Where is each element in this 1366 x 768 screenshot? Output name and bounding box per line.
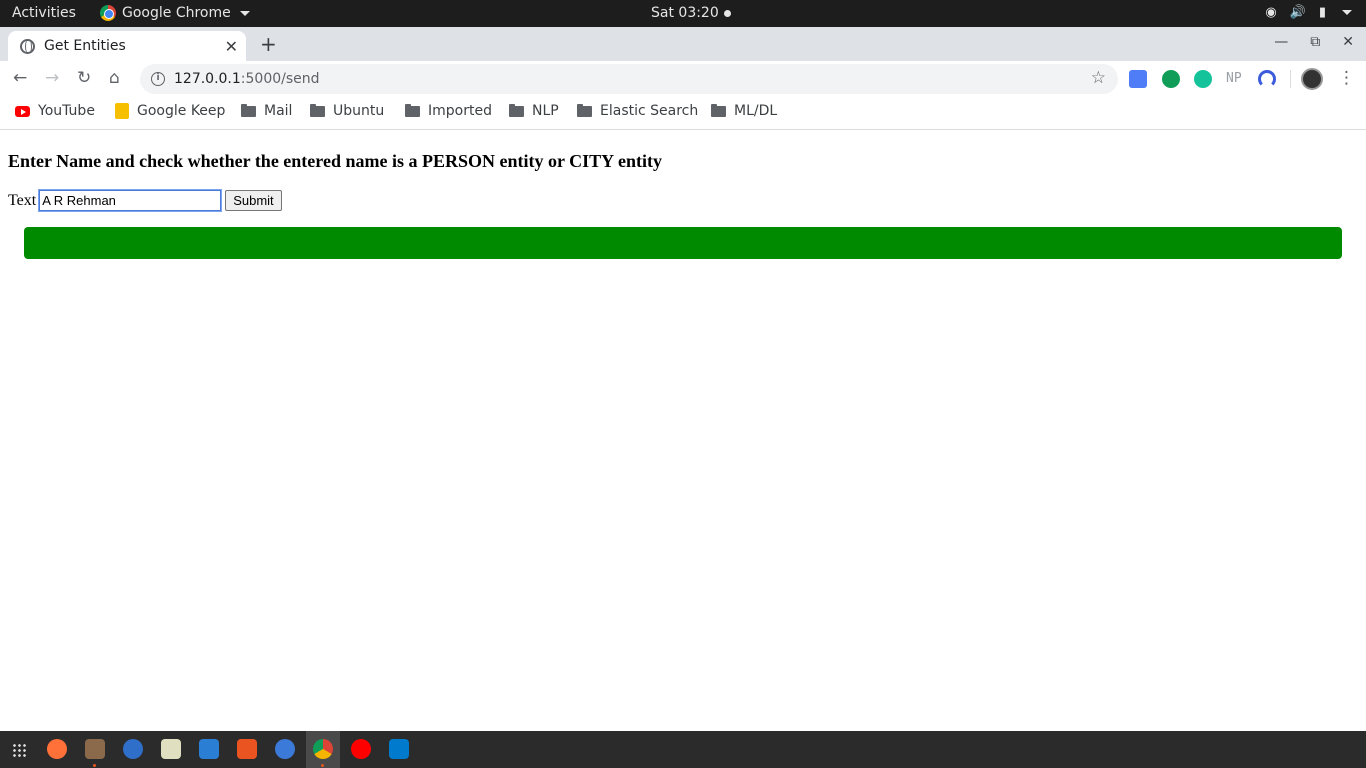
bookmark-youtube[interactable]: YouTube [15, 103, 95, 119]
forward-arrow-icon[interactable]: → [45, 68, 59, 88]
browser-tab[interactable]: Get Entities ✕ [8, 31, 246, 61]
document-viewer-icon[interactable] [199, 739, 219, 759]
text-input-label: Text [8, 191, 37, 209]
bookmark-label: Ubuntu [333, 103, 385, 119]
reload-icon[interactable]: ↻ [77, 68, 91, 88]
close-window-icon[interactable]: ✕ [1342, 34, 1354, 50]
app-menu[interactable]: Google Chrome [100, 5, 250, 21]
clock-label: Sat 03:20 [651, 5, 719, 21]
folder-icon [310, 103, 325, 117]
np-icon[interactable]: NP [1226, 71, 1242, 86]
bookmark-star-icon[interactable]: ☆ [1091, 68, 1106, 88]
keep-icon [115, 103, 129, 119]
restore-icon[interactable]: ⧉ [1310, 34, 1320, 50]
chrome-icon[interactable] [313, 739, 333, 759]
hangouts-icon[interactable] [1162, 70, 1180, 88]
chevron-down-icon [1342, 10, 1352, 15]
window-controls: — ⧉ ✕ [1274, 34, 1354, 50]
activities-button[interactable]: Activities [12, 5, 76, 21]
back-arrow-icon[interactable]: ← [13, 68, 27, 88]
text-input[interactable] [38, 189, 223, 212]
youtube-music-icon[interactable] [351, 739, 371, 759]
vscode-icon[interactable] [389, 739, 409, 759]
entity-form: Text Submit [8, 189, 282, 212]
bookmark-label: Mail [264, 103, 293, 119]
firefox-icon[interactable] [47, 739, 67, 759]
system-tray[interactable]: ◉ 🔊 ▮ [1265, 5, 1352, 20]
chevron-down-icon [239, 10, 250, 16]
bookmark-google-keep[interactable]: Google Keep [115, 103, 225, 119]
notification-dot-icon [723, 9, 731, 17]
grammarly-icon[interactable] [1194, 70, 1212, 88]
browser-toolbar: ← → ↻ ⌂ i 127.0.0.1:5000/send ☆ NP ⋮ [0, 61, 1366, 97]
bookmark-label: Elastic Search [600, 103, 699, 119]
url-text: 127.0.0.1:5000/send [174, 71, 320, 87]
chrome-logo-icon [100, 5, 116, 21]
bookmarks-bar: YouTube Google Keep Mail Ubuntu Imported… [0, 97, 1366, 130]
menu-kebab-icon[interactable]: ⋮ [1338, 68, 1355, 88]
folder-icon [509, 103, 524, 117]
files-icon[interactable] [85, 739, 105, 759]
folder-icon [241, 103, 256, 117]
app-menu-label: Google Chrome [122, 5, 231, 21]
running-indicator [93, 764, 96, 767]
bookmark-mail[interactable]: Mail [241, 103, 292, 119]
youtube-icon [15, 105, 30, 117]
folder-icon [577, 103, 592, 117]
submit-button[interactable]: Submit [225, 190, 282, 211]
bookmark-imported[interactable]: Imported [405, 103, 492, 119]
page-content: Enter Name and check whether the entered… [0, 131, 1366, 731]
folder-icon [711, 103, 726, 117]
toolbar-separator [1290, 70, 1291, 88]
help-icon[interactable] [275, 739, 295, 759]
close-icon[interactable]: ✕ [225, 37, 238, 56]
home-icon[interactable]: ⌂ [109, 68, 120, 88]
bookmark-label: ML/DL [734, 103, 778, 119]
bookmark-label: Google Keep [137, 103, 226, 119]
result-banner [24, 227, 1342, 259]
bookmark-ml-dl[interactable]: ML/DL [711, 103, 777, 119]
software-center-icon[interactable] [237, 739, 257, 759]
volume-icon: 🔊 [1289, 5, 1306, 20]
apps-grid-icon[interactable] [12, 743, 26, 757]
new-tab-button[interactable]: + [260, 32, 277, 56]
globe-icon [20, 38, 35, 54]
tab-strip: Get Entities ✕ + — ⧉ ✕ [0, 27, 1366, 61]
bookmark-label: NLP [532, 103, 559, 119]
bookmark-elastic-search[interactable]: Elastic Search [577, 103, 698, 119]
bookmark-ubuntu[interactable]: Ubuntu [310, 103, 384, 119]
reload-extension-icon[interactable] [1258, 70, 1276, 88]
minimize-icon[interactable]: — [1274, 34, 1288, 50]
profile-avatar[interactable] [1301, 68, 1323, 90]
running-indicator [321, 764, 324, 767]
wifi-icon: ◉ [1265, 5, 1277, 20]
battery-icon: ▮ [1318, 5, 1326, 20]
bookmark-label: YouTube [38, 103, 95, 119]
bookmark-label: Imported [428, 103, 492, 119]
thunderbird-icon[interactable] [123, 739, 143, 759]
page-heading: Enter Name and check whether the entered… [8, 151, 662, 171]
tab-title: Get Entities [44, 38, 126, 54]
system-top-bar: Activities Google Chrome Sat 03:20 ◉ 🔊 ▮ [0, 0, 1366, 27]
bookmark-nlp[interactable]: NLP [509, 103, 559, 119]
ubuntu-dock [0, 731, 1366, 768]
folder-icon [405, 103, 420, 117]
address-bar[interactable]: i 127.0.0.1:5000/send ☆ [140, 64, 1118, 94]
keepass-icon[interactable] [161, 739, 181, 759]
translate-icon[interactable] [1129, 70, 1147, 88]
info-icon[interactable]: i [151, 72, 165, 86]
clock[interactable]: Sat 03:20 [651, 5, 731, 21]
